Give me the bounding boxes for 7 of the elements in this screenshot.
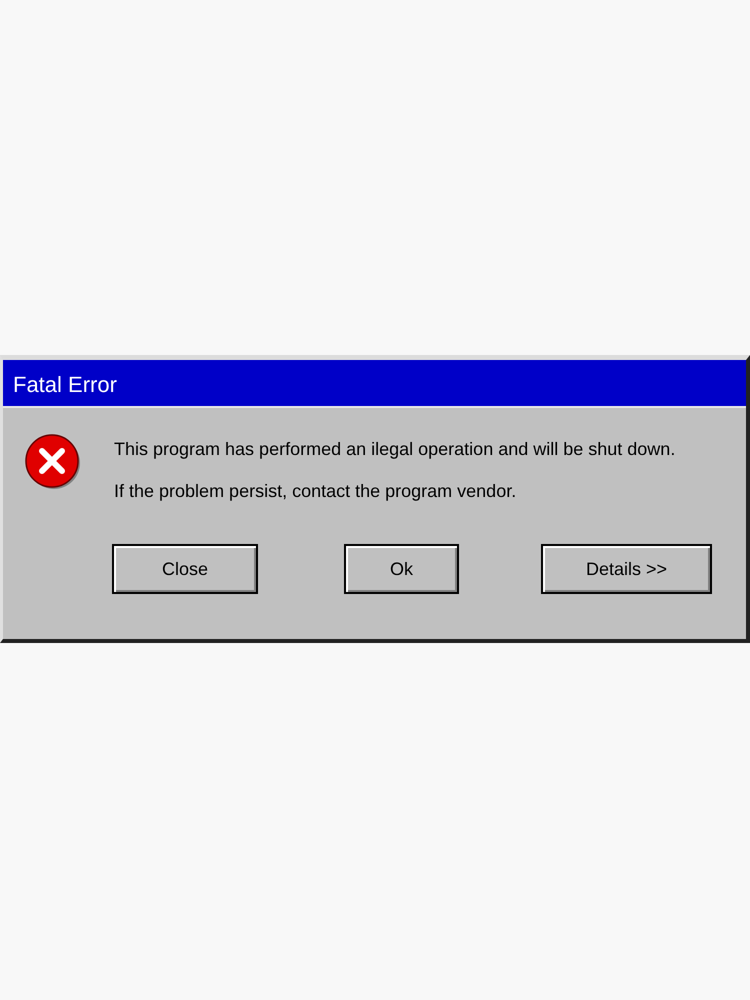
- message-text: If the problem persist, contact the program vendor.: [114, 480, 518, 502]
- message-text: This program has performed an ilegal operation and will be shut down.: [114, 438, 676, 460]
- dialog-button[interactable]: Ok: [344, 544, 459, 594]
- dialog-button[interactable]: Details >>: [541, 544, 712, 594]
- dialog-button[interactable]: Close: [112, 544, 258, 594]
- error-icon: [25, 434, 81, 490]
- window-title: Fatal Error: [3, 360, 746, 408]
